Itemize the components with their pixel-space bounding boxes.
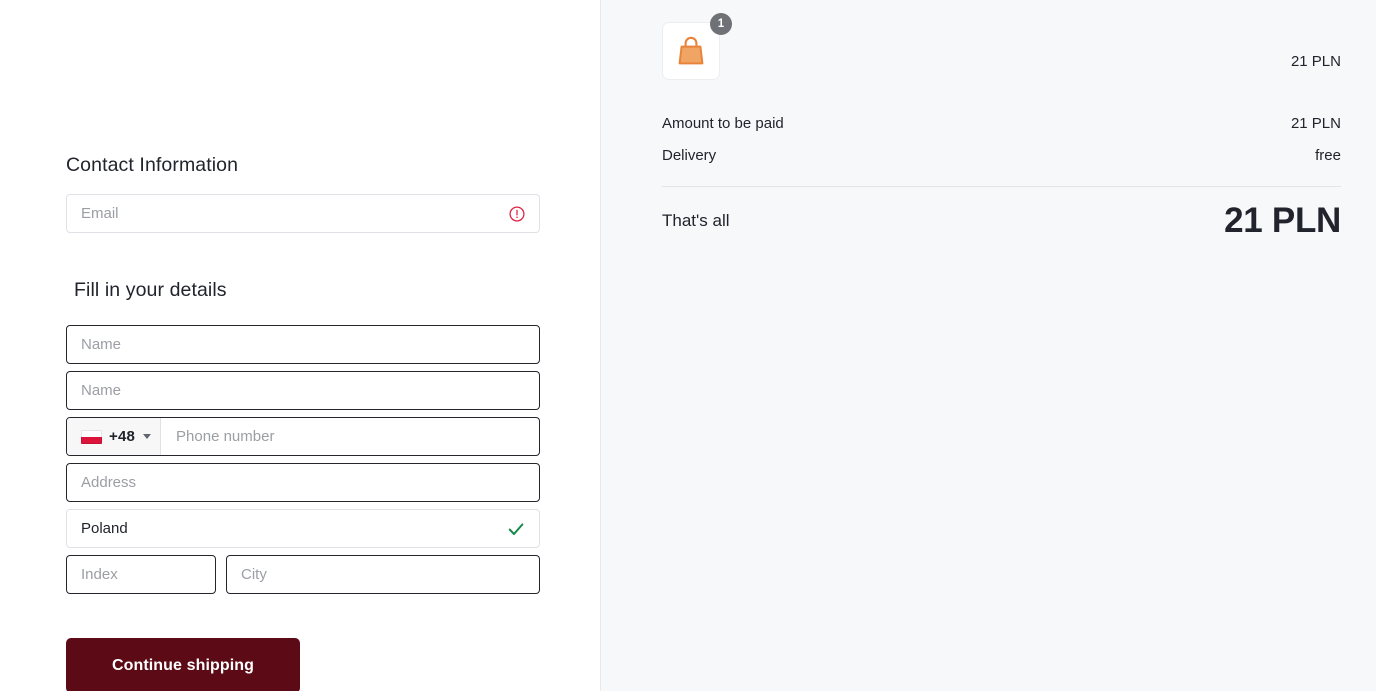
summary-line-value: 21 PLN	[1290, 115, 1341, 132]
country-code-selector[interactable]: +48	[67, 418, 162, 455]
index-field[interactable]: Index	[66, 555, 216, 594]
summary-line-delivery: Delivery free	[662, 140, 1341, 172]
checkout-form: Contact Information Email Fill in your d…	[66, 152, 540, 691]
city-field[interactable]: City	[226, 555, 540, 594]
continue-shipping-button[interactable]: Continue shipping	[66, 638, 300, 691]
cart-item-thumbnail[interactable]: 1	[662, 13, 732, 80]
cart-item-price: 21 PLN	[1290, 53, 1341, 70]
chevron-down-icon	[143, 434, 152, 439]
details-fields: Name Name +48 Phone number Address Polan…	[66, 325, 540, 594]
check-icon	[506, 519, 526, 539]
first-name-field[interactable]: Name	[66, 325, 540, 364]
summary-line-amount: Amount to be paid 21 PLN	[662, 108, 1341, 140]
checkout-page: Contact Information Email Fill in your d…	[0, 0, 1376, 691]
contact-information-heading: Contact Information	[66, 154, 239, 176]
summary-line-value: free	[1315, 147, 1341, 164]
shopping-bag-icon	[678, 36, 704, 65]
email-placeholder: Email	[81, 204, 119, 222]
address-placeholder: Address	[81, 473, 137, 491]
phone-field[interactable]: +48 Phone number	[66, 417, 540, 456]
index-city-row: Index City	[66, 555, 540, 594]
flag-poland-icon	[81, 429, 102, 444]
summary-total-row: That's all 21 PLN	[662, 201, 1341, 241]
total-label: That's all	[662, 211, 730, 230]
order-summary-pane: 1 21 PLN Amount to be paid 21 PLN Delive…	[601, 0, 1376, 691]
country-value: Poland	[81, 519, 128, 537]
city-placeholder: City	[241, 565, 267, 583]
total-value: 21 PLN	[1224, 201, 1341, 240]
dial-code-label: +48	[109, 428, 136, 445]
summary-line-label: Delivery	[662, 147, 717, 164]
country-field[interactable]: Poland	[66, 509, 540, 548]
index-placeholder: Index	[81, 565, 118, 583]
summary-divider	[662, 186, 1341, 187]
fill-in-details-heading: Fill in your details	[74, 279, 227, 301]
phone-number-placeholder: Phone number	[176, 428, 275, 445]
address-field[interactable]: Address	[66, 463, 540, 502]
checkout-form-pane: Contact Information Email Fill in your d…	[0, 0, 601, 691]
summary-line-label: Amount to be paid	[662, 115, 784, 132]
first-name-placeholder: Name	[81, 335, 122, 353]
cart-item-row: 1 21 PLN	[662, 13, 1341, 108]
last-name-placeholder: Name	[81, 381, 122, 399]
error-circle-icon	[508, 205, 526, 223]
email-field[interactable]: Email	[66, 194, 540, 233]
last-name-field[interactable]: Name	[66, 371, 540, 410]
cart-quantity-badge: 1	[710, 13, 732, 35]
